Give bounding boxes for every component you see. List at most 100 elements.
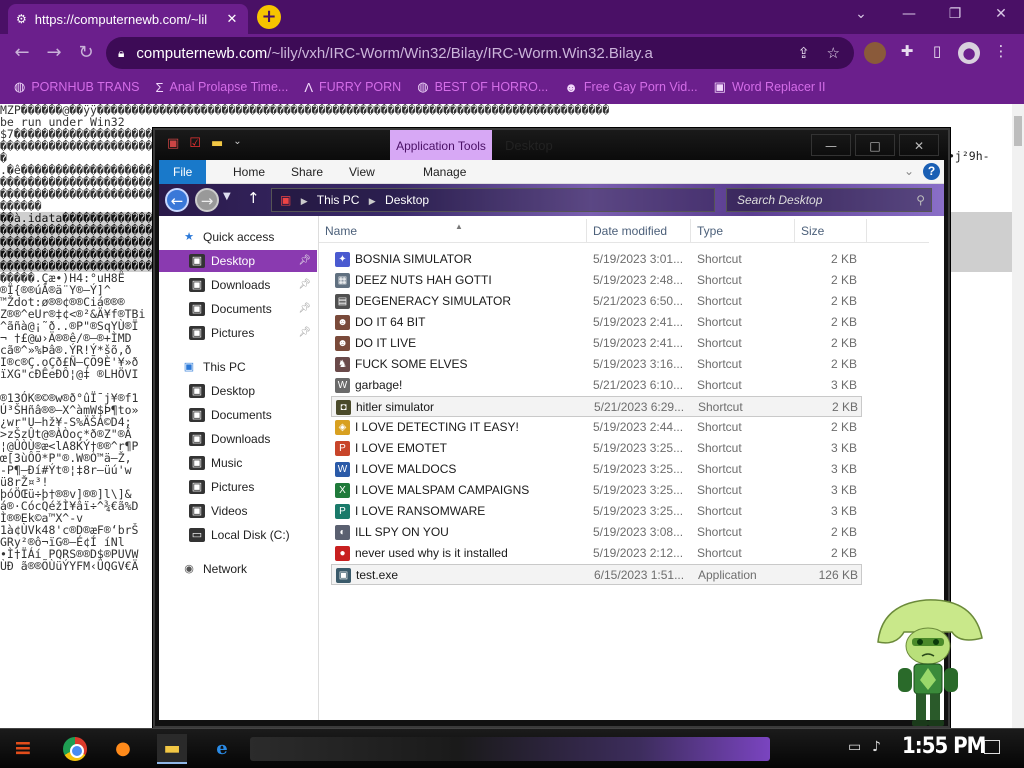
tab-home[interactable]: Home: [219, 160, 279, 184]
nav-item-downloads[interactable]: ▣ Downloads: [159, 428, 317, 450]
minimize-button[interactable]: —: [894, 6, 924, 22]
pin-icon[interactable]: 📌︎: [298, 250, 311, 272]
file-row[interactable]: ◈ I LOVE DETECTING IT EASY! 5/19/2023 2:44…: [331, 417, 862, 438]
nav-item-network[interactable]: ◉ Network: [159, 558, 317, 580]
tab-manage[interactable]: Manage: [409, 160, 480, 184]
tab-title: https://computernewb.com/~lil: [34, 11, 208, 27]
new-tab-button[interactable]: +: [257, 5, 281, 29]
file-row[interactable]: ☻ DO IT 64 BIT 5/19/2023 2:41... Shortcut 2 …: [331, 312, 862, 333]
customize-qa-icon[interactable]: ⌄: [233, 136, 241, 151]
bookmark-2[interactable]: Σ Anal Prolapse Time...: [155, 80, 288, 95]
file-row[interactable]: ▦ DEEZ NUTS HAH GOTTI 5/19/2023 2:48... Sho…: [331, 270, 862, 291]
menu-kebab-icon[interactable]: ⋮: [990, 42, 1012, 64]
file-row[interactable]: W I LOVE MALDOCS 5/19/2023 3:25... Shortcut…: [331, 459, 862, 480]
url-path: /~lily/vxh/IRC-Worm/Win32/Bilay/IRC-Worm…: [267, 44, 653, 62]
scroll-thumb[interactable]: [1014, 116, 1022, 146]
close-window-button[interactable]: ✕: [899, 134, 939, 156]
file-row[interactable]: ● never used why is it installed 5/19/2023…: [331, 543, 862, 564]
nav-item-pictures[interactable]: ▣ Pictures 📌︎: [159, 322, 317, 344]
file-row[interactable]: ☻ DO IT LIVE 5/19/2023 2:41... Shortcut 2 KB: [331, 333, 862, 354]
tab-view[interactable]: View: [335, 160, 389, 184]
nav-item-quick-access[interactable]: ★ Quick access: [159, 226, 317, 248]
profile-extension-icon[interactable]: [864, 42, 886, 64]
breadcrumb[interactable]: ▣ ▶ This PC ▶ Desktop: [271, 188, 715, 212]
nav-item-pictures[interactable]: ▣ Pictures: [159, 476, 317, 498]
pin-icon[interactable]: 📌︎: [298, 322, 311, 344]
bookmark-4[interactable]: ◍ BEST OF HORRO...: [417, 79, 548, 95]
tab-share[interactable]: Share: [277, 160, 337, 184]
globe-icon: ◍: [14, 79, 26, 94]
bookmark-1[interactable]: ◍ PORNHUB TRANS: [14, 79, 139, 95]
column-name[interactable]: Name ▲: [319, 219, 587, 243]
notifications-icon[interactable]: [984, 740, 1000, 754]
side-panel-icon[interactable]: ▯: [926, 42, 948, 64]
internet-explorer-icon[interactable]: e: [207, 734, 237, 764]
bookmark-5[interactable]: ☻ Free Gay Porn Vid...: [564, 80, 697, 95]
column-date-modified[interactable]: Date modified: [587, 219, 691, 243]
account-avatar-icon[interactable]: ●: [958, 42, 980, 64]
recent-locations-icon[interactable]: ▼: [223, 191, 231, 202]
column-type[interactable]: Type: [691, 219, 795, 243]
file-row[interactable]: ♞ FUCK SOME ELVES 5/19/2023 3:16... Shortcu…: [331, 354, 862, 375]
minimize-button[interactable]: —: [811, 134, 851, 156]
forward-button[interactable]: →: [195, 188, 219, 212]
volume-tray-icon[interactable]: ♪: [872, 739, 881, 755]
properties-icon[interactable]: ☑: [189, 136, 201, 151]
file-row[interactable]: ▣ test.exe 6/15/2023 1:51... Application 126…: [331, 564, 862, 585]
file-row[interactable]: ◐ ILL SPY ON YOU 5/19/2023 3:08... Shortcut…: [331, 522, 862, 543]
file-date-modified: 5/19/2023 2:41...: [593, 315, 684, 329]
pin-icon[interactable]: 📌︎: [298, 298, 311, 320]
forward-icon[interactable]: →: [42, 42, 66, 63]
bookmark-3[interactable]: Λ FURRY PORN: [304, 80, 401, 95]
app-icon[interactable]: ▣: [167, 136, 179, 151]
file-row[interactable]: X I LOVE MALSPAM CAMPAIGNS 5/19/2023 3:25.…: [331, 480, 862, 501]
file-explorer-icon[interactable]: ▬: [157, 734, 187, 764]
nav-item-label: Local Disk (C:): [211, 528, 290, 542]
reload-icon[interactable]: ↻: [74, 42, 98, 63]
firefox-icon[interactable]: ●: [108, 734, 138, 764]
new-folder-icon[interactable]: ▬: [211, 136, 223, 151]
search-input[interactable]: Search Desktop ⚲: [726, 188, 932, 212]
breadcrumb-this-pc[interactable]: This PC: [317, 193, 360, 207]
tab-file[interactable]: File: [159, 160, 207, 184]
back-button[interactable]: ←: [165, 188, 189, 212]
chrome-icon[interactable]: [60, 734, 90, 764]
file-row[interactable]: ✦ BOSNIA SIMULATOR 5/19/2023 3:01... Shortc…: [331, 249, 862, 270]
back-icon[interactable]: ←: [10, 42, 34, 63]
chevron-down-icon[interactable]: ⌄: [846, 6, 876, 22]
clock[interactable]: 1:55 PM: [902, 734, 986, 759]
nav-item-documents[interactable]: ▣ Documents: [159, 404, 317, 426]
page-scrollbar[interactable]: [1012, 104, 1024, 728]
nav-item-documents[interactable]: ▣ Documents 📌︎: [159, 298, 317, 320]
restore-button[interactable]: ❐: [940, 6, 970, 22]
file-row[interactable]: ◘ hitler simulator 5/21/2023 6:29... Shortc…: [331, 396, 862, 417]
maximize-button[interactable]: □: [855, 134, 895, 156]
browser-tab[interactable]: ⚙ https://computernewb.com/~lil ✕: [8, 4, 248, 34]
bookmark-6[interactable]: ▣ Word Replacer II: [714, 79, 826, 95]
pin-icon[interactable]: 📌︎: [298, 274, 311, 296]
share-icon[interactable]: ⇪: [797, 44, 810, 62]
nav-item-desktop[interactable]: ▣ Desktop: [159, 380, 317, 402]
file-row[interactable]: P I LOVE EMOTET 5/19/2023 3:25... Shortcut 3…: [331, 438, 862, 459]
network-tray-icon[interactable]: ▭: [848, 739, 861, 755]
nav-item-videos[interactable]: ▣ Videos: [159, 500, 317, 522]
extensions-puzzle-icon[interactable]: ✚: [896, 42, 918, 64]
file-row[interactable]: ▤ DEGENERACY SIMULATOR 5/21/2023 6:50... Sh…: [331, 291, 862, 312]
file-row[interactable]: Wgarbage! 5/21/2023 6:10... Shortcut 3 KB: [331, 375, 862, 396]
close-tab-icon[interactable]: ✕: [224, 12, 240, 27]
up-arrow-icon[interactable]: ↑: [247, 189, 260, 207]
expand-ribbon-icon[interactable]: ⌄: [904, 164, 914, 178]
nav-item-local-disk-c[interactable]: ▭ Local Disk (C:): [159, 524, 317, 546]
bookmark-star-icon[interactable]: ☆: [827, 44, 840, 62]
start-icon[interactable]: ≡: [8, 734, 38, 764]
nav-item-music[interactable]: ▣ Music: [159, 452, 317, 474]
help-icon[interactable]: ?: [923, 163, 940, 180]
nav-item-downloads[interactable]: ▣ Downloads 📌︎: [159, 274, 317, 296]
file-row[interactable]: P I LOVE RANSOMWARE 5/19/2023 3:25... Short…: [331, 501, 862, 522]
nav-item-desktop[interactable]: ▣ Desktop 📌︎: [159, 250, 317, 272]
breadcrumb-desktop[interactable]: Desktop: [385, 193, 429, 207]
close-window-button[interactable]: ✕: [986, 6, 1016, 22]
column-size[interactable]: Size: [795, 219, 867, 243]
nav-item-this-pc[interactable]: ▣ This PC: [159, 356, 317, 378]
address-bar[interactable]: 🔒︎ computernewb.com /~lily/vxh/IRC-Worm/…: [106, 37, 854, 69]
